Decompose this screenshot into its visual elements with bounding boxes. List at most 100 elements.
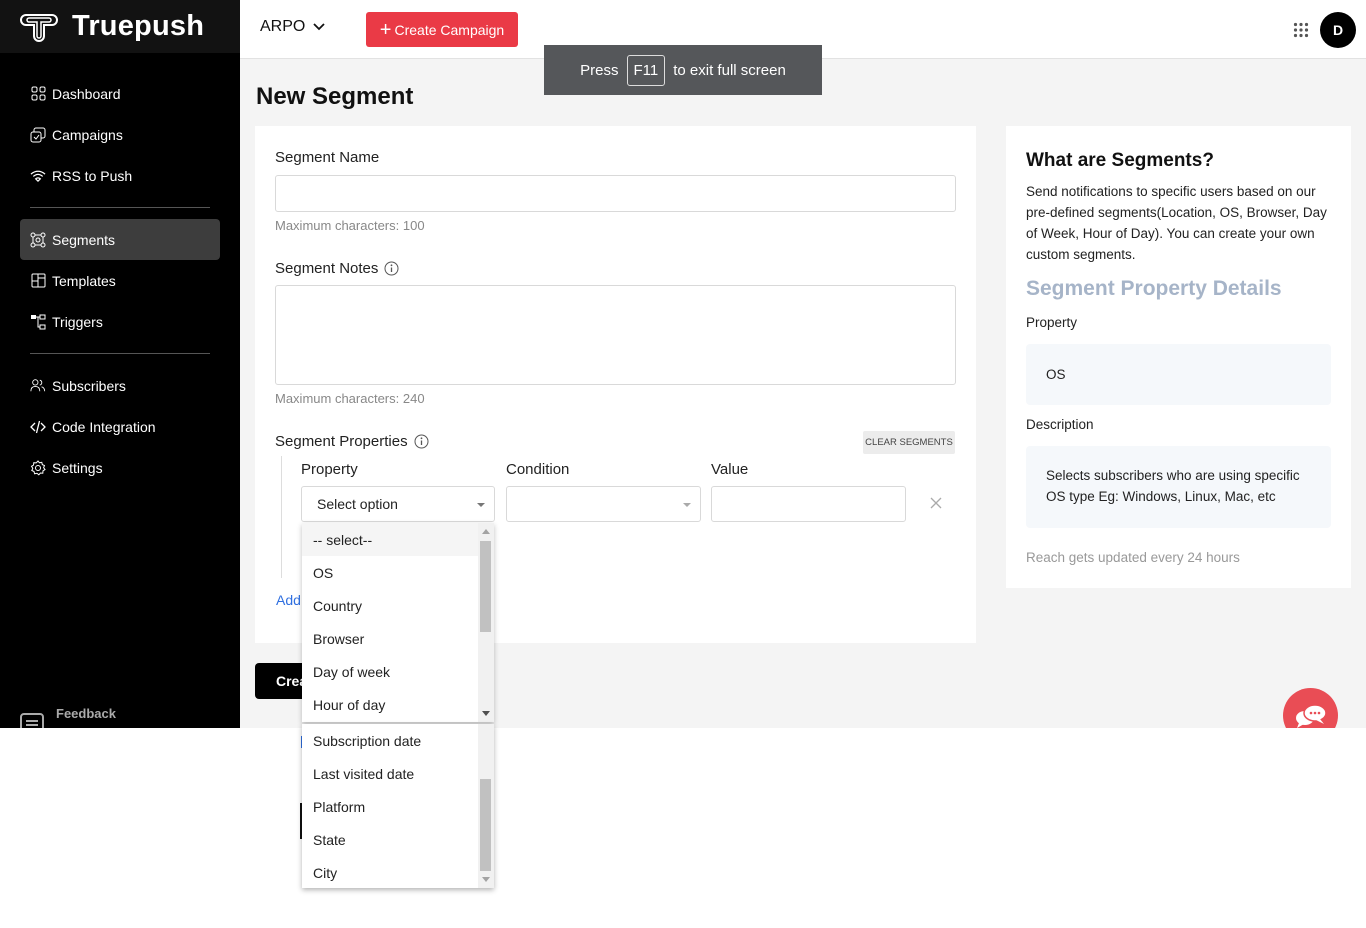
sidebar-item-subscribers[interactable]: Subscribers: [20, 365, 220, 406]
condition-select[interactable]: [506, 486, 701, 522]
description-value-box: Selects subscribers who are using specif…: [1026, 446, 1331, 528]
code-icon: [30, 419, 46, 435]
sidebar-item-label: Triggers: [52, 313, 103, 330]
sidebar-item-label: Settings: [52, 459, 103, 476]
feedback-label: Feedback: [56, 706, 116, 721]
segment-notes-textarea[interactable]: [275, 285, 956, 385]
sidebar-item-code-integration[interactable]: Code Integration: [20, 406, 220, 447]
sidebar: Truepush Dashboard Campaigns RSS to Push: [0, 0, 240, 728]
feedback-button[interactable]: Feedback: [20, 706, 116, 728]
scrollbar-thumb[interactable]: [480, 779, 491, 871]
property-column-label: Property: [301, 461, 358, 478]
property-details-title: Segment Property Details: [1026, 277, 1282, 300]
dropdown-option[interactable]: Country: [302, 589, 478, 622]
sidebar-item-dashboard[interactable]: Dashboard: [20, 73, 220, 114]
caret-down-icon: [683, 503, 691, 507]
scroll-up-icon[interactable]: [482, 529, 490, 534]
scroll-down-icon[interactable]: [482, 711, 490, 716]
scrollbar-thumb[interactable]: [480, 541, 491, 632]
sidebar-item-templates[interactable]: Templates: [20, 260, 220, 301]
property-dropdown-list[interactable]: -- select-- OS Country Browser Day of we…: [302, 523, 494, 722]
brand-name: Truepush: [72, 10, 205, 42]
dropdown-option[interactable]: -- select--: [302, 523, 478, 556]
sidebar-item-label: Campaigns: [52, 126, 123, 143]
segment-properties-label-text: Segment Properties: [275, 433, 408, 450]
info-title: What are Segments?: [1026, 150, 1214, 171]
sidebar-item-label: Dashboard: [52, 85, 121, 102]
sidebar-item-rss-to-push[interactable]: RSS to Push: [20, 155, 220, 196]
property-dropdown-list-continued[interactable]: Subscription date Last visited date Plat…: [302, 724, 494, 888]
scroll-down-icon[interactable]: [482, 877, 490, 882]
chat-bubbles-icon: [1295, 703, 1327, 728]
clear-segments-button[interactable]: CLEAR SEGMENTS: [863, 431, 955, 454]
sidebar-item-segments[interactable]: Segments: [20, 219, 220, 260]
info-icon[interactable]: [384, 261, 399, 276]
sidebar-item-label: Code Integration: [52, 418, 156, 435]
condition-column-label: Condition: [506, 461, 570, 478]
dropdown-option[interactable]: Day of week: [302, 655, 478, 688]
property-select[interactable]: Select option: [301, 486, 495, 522]
templates-icon: [30, 273, 46, 289]
property-select-value: Select option: [317, 496, 398, 512]
segment-name-label-text: Segment Name: [275, 149, 380, 166]
plus-icon: +: [379, 18, 392, 41]
sidebar-item-campaigns[interactable]: Campaigns: [20, 114, 220, 155]
triggers-icon: [30, 314, 46, 330]
reach-note: Reach gets updated every 24 hours: [1026, 550, 1240, 565]
brand[interactable]: Truepush: [0, 0, 240, 53]
gear-icon: [30, 459, 46, 476]
property-label: Property: [1026, 315, 1078, 330]
sidebar-item-label: Subscribers: [52, 377, 126, 394]
dropdown-scrollbar[interactable]: [478, 724, 494, 888]
sidebar-nav: Dashboard Campaigns RSS to Push Segments: [20, 73, 220, 488]
page-title: New Segment: [256, 83, 414, 110]
avatar[interactable]: D: [1320, 12, 1356, 48]
property-group-line: [281, 456, 282, 578]
toast-suffix: to exit full screen: [673, 61, 786, 79]
info-text: Send notifications to specific users bas…: [1026, 184, 1327, 262]
dropdown-option[interactable]: Platform: [302, 790, 478, 823]
segments-info-card: What are Segments? Send notifications to…: [1006, 126, 1351, 588]
info-icon[interactable]: [414, 434, 429, 449]
dropdown-option[interactable]: Hour of day: [302, 688, 478, 721]
dropdown-option[interactable]: OS: [302, 556, 478, 589]
segment-notes-hint: Maximum characters: 240: [275, 391, 425, 406]
wifi-icon: [30, 168, 46, 184]
segment-name-input[interactable]: [275, 175, 956, 212]
dropdown-scrollbar[interactable]: [478, 523, 494, 722]
chat-button[interactable]: [1283, 688, 1338, 728]
segment-notes-label: Segment Notes: [275, 260, 399, 277]
sidebar-item-label: RSS to Push: [52, 167, 133, 184]
toast-prefix: Press: [580, 61, 619, 79]
apps-grid-icon[interactable]: [1293, 22, 1309, 38]
dropdown-option[interactable]: Last visited date: [302, 757, 478, 790]
dropdown-option[interactable]: State: [302, 823, 478, 856]
add-property-link[interactable]: Add: [276, 592, 301, 608]
create-campaign-button[interactable]: + Create Campaign: [366, 12, 518, 47]
property-value: OS: [1046, 367, 1066, 382]
sidebar-item-triggers[interactable]: Triggers: [20, 301, 220, 342]
campaigns-icon: [30, 127, 46, 143]
caret-down-icon: [477, 503, 485, 507]
toast-key: F11: [626, 54, 666, 86]
dropdown-option[interactable]: Browser: [302, 622, 478, 655]
chevron-down-icon: [313, 23, 325, 31]
segment-notes-label-text: Segment Notes: [275, 260, 379, 277]
value-column-label: Value: [711, 461, 749, 478]
value-input[interactable]: [711, 486, 906, 522]
dropdown-option[interactable]: Subscription date: [302, 724, 478, 757]
segment-name-label: Segment Name: [275, 149, 379, 166]
dropdown-option[interactable]: City: [302, 856, 478, 888]
sidebar-item-label: Templates: [52, 272, 116, 289]
close-icon[interactable]: [929, 496, 943, 510]
segment-name-hint: Maximum characters: 100: [275, 218, 425, 233]
dashboard-grid-icon: [30, 86, 46, 102]
users-icon: [30, 378, 46, 394]
description-label: Description: [1026, 417, 1094, 432]
sidebar-item-settings[interactable]: Settings: [20, 447, 220, 488]
sidebar-item-label: Segments: [52, 231, 116, 248]
segment-properties-label: Segment Properties: [275, 433, 429, 450]
feedback-icon: [20, 713, 44, 728]
org-selector[interactable]: ARPO: [260, 18, 325, 36]
description-value: Selects subscribers who are using specif…: [1046, 468, 1300, 504]
